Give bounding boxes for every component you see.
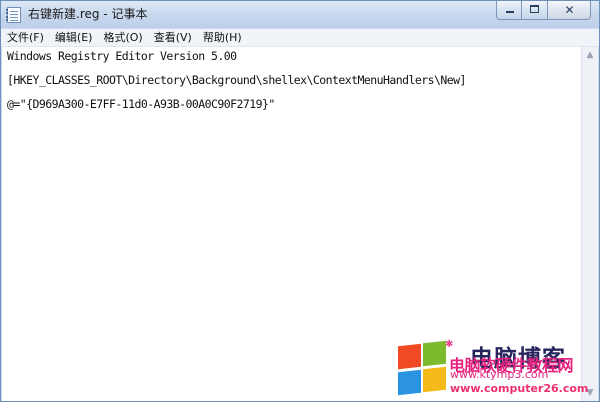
menu-bar: 文件(F) 编辑(E) 格式(O) 查看(V) 帮助(H) [1, 29, 599, 47]
scroll-up-icon[interactable]: ▲ [582, 47, 598, 63]
watermark-url-secondary: www.computer26.com [450, 382, 589, 395]
editor-line: Windows Registry Editor Version 5.00 [7, 49, 237, 63]
editor-line: @="{D969A300-E7FF-11d0-A93B-00A0C90F2719… [7, 97, 275, 111]
menu-file[interactable]: 文件(F) [1, 29, 49, 46]
minimize-icon [506, 11, 514, 13]
star-icon: ✱ [445, 339, 454, 350]
close-icon: ✕ [564, 3, 575, 17]
menu-help[interactable]: 帮助(H) [197, 29, 247, 46]
minimize-button[interactable] [496, 1, 522, 20]
maximize-button[interactable] [522, 1, 548, 20]
menu-view[interactable]: 查看(V) [148, 29, 197, 46]
menu-format[interactable]: 格式(O) [97, 29, 147, 46]
caption-buttons: ✕ [496, 1, 591, 21]
notepad-icon[interactable] [6, 7, 21, 23]
window-title: 右键新建.reg - 记事本 [28, 7, 148, 21]
watermark: ✱ 电脑博客 电脑软硬件教程网 www.ktymp3.com www.compu… [397, 339, 597, 399]
menu-edit[interactable]: 编辑(E) [49, 29, 98, 46]
editor-line: [HKEY_CLASSES_ROOT\Directory\Background\… [7, 73, 466, 87]
maximize-icon [530, 5, 539, 13]
notepad-window: 右键新建.reg - 记事本 ✕ 文件(F) 编辑(E) 格式(O) 查看(V)… [0, 0, 600, 402]
windows-logo-icon [397, 340, 449, 396]
title-bar[interactable]: 右键新建.reg - 记事本 ✕ [1, 1, 599, 28]
watermark-url: www.ktymp3.com [450, 368, 549, 381]
close-button[interactable]: ✕ [548, 1, 591, 20]
